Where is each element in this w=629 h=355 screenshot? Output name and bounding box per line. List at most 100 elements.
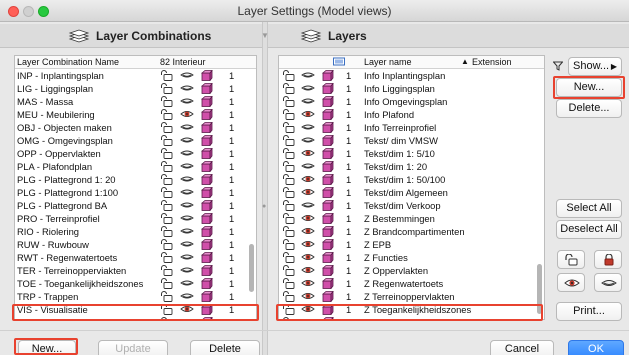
layers-title: Layers xyxy=(328,29,367,43)
layer-combinations-icon xyxy=(68,29,90,43)
layer-name: Info Liggingsplan xyxy=(364,83,435,94)
hide-layers-button[interactable] xyxy=(594,273,622,292)
combination-row[interactable]: VIS - Visualisatie 1 xyxy=(15,303,256,316)
combination-row[interactable]: PRO - Terreinprofiel 1 xyxy=(15,212,256,225)
eye-open-icon[interactable] xyxy=(301,317,315,319)
lock-icon xyxy=(604,254,614,266)
column-color-icon[interactable] xyxy=(333,57,345,68)
layer-row[interactable]: 1 Info Inplantingsplan xyxy=(279,69,544,82)
show-button[interactable]: Show... ▶ xyxy=(568,57,622,76)
right-scrollbar[interactable] xyxy=(537,264,542,314)
combination-row[interactable]: RWT - Regenwatertoets 1 xyxy=(15,251,256,264)
layer-row[interactable]: 1 Info Plafond xyxy=(279,108,544,121)
lock-icon[interactable] xyxy=(160,317,174,319)
layer-row[interactable]: 1 Z Regenwatertoets xyxy=(279,277,544,290)
combination-count: 1 xyxy=(229,304,235,315)
combination-row[interactable]: TRP - Trappen 1 xyxy=(15,290,256,303)
layer-row[interactable]: 1 Z Functies xyxy=(279,251,544,264)
layer-row[interactable]: 1 Info Terreinprofiel xyxy=(279,121,544,134)
layer-row[interactable]: 1 Z Toegankelijkheidszones xyxy=(279,303,544,316)
combination-row[interactable]: TER - Terreinopperviakten 1 xyxy=(15,264,256,277)
layer-name: Z Bestemmingen xyxy=(364,213,435,224)
column-extension[interactable]: Extension xyxy=(472,57,512,67)
combination-row[interactable]: PLG - Plattegrond 1:100 1 xyxy=(15,186,256,199)
combination-row[interactable]: RUW - Ruwbouw 1 xyxy=(15,238,256,251)
combination-count: 1 xyxy=(229,291,235,302)
column-combination-name[interactable]: Layer Combination Name xyxy=(17,57,119,67)
layer-count: 1 xyxy=(346,304,352,315)
select-all-button[interactable]: Select All xyxy=(556,199,622,218)
layer-combinations-list: INP - Inplantingsplan 1 LIG - Liggingsplan… xyxy=(15,69,256,319)
window-title: Layer Settings (Model views) xyxy=(237,4,392,18)
layer-combinations-table: Layer Combination Name 82 Interieur INP … xyxy=(14,55,257,320)
layer-row[interactable]: 1 Z Bestemmingen xyxy=(279,212,544,225)
combination-row[interactable]: OBJ - Objecten maken 1 xyxy=(15,121,256,134)
3d-box-icon[interactable] xyxy=(322,317,334,319)
deselect-all-button[interactable]: Deselect All xyxy=(556,220,622,239)
layer-row[interactable]: 1 Z Terreinoppervlakten xyxy=(279,290,544,303)
layer-count: 1 xyxy=(346,96,352,107)
layer-row[interactable]: 1 Z EPB xyxy=(279,238,544,251)
combination-row[interactable]: TOE - Toegankelijkheidszones 1 xyxy=(15,277,256,290)
combination-row[interactable]: INP - Inplantingsplan 1 xyxy=(15,69,256,82)
column-layer-name[interactable]: Layer name xyxy=(364,57,412,67)
combination-count: 1 xyxy=(229,200,235,211)
combination-row[interactable]: PLA - Plafondplan 1 xyxy=(15,160,256,173)
layer-row[interactable]: 1 Tekst/dim 1: 5/10 xyxy=(279,147,544,160)
layer-name: Z EPB xyxy=(364,239,392,250)
combination-row[interactable]: MAS - Massa 1 xyxy=(15,95,256,108)
combination-name: PLG - Plattegrond 1: 20 xyxy=(17,174,116,185)
combination-name: RUW - Ruwbouw xyxy=(17,239,89,250)
layer-count: 1 xyxy=(346,278,352,289)
delete-combination-button[interactable]: Delete xyxy=(190,340,260,355)
print-button[interactable]: Print... xyxy=(556,302,622,321)
3d-box-icon[interactable] xyxy=(201,317,213,319)
combination-row[interactable]: ZZ EIGEN LAYERCOMBINATIES 1 xyxy=(15,316,256,319)
layer-row[interactable]: 1 Tekst/ dim VMSW xyxy=(279,134,544,147)
ok-button[interactable]: OK xyxy=(568,340,624,355)
eye-closed-icon[interactable] xyxy=(180,317,194,319)
layer-row[interactable]: 1 Tekst/dim Algemeen xyxy=(279,186,544,199)
combination-count: 1 xyxy=(229,278,235,289)
delete-layer-button[interactable]: Delete... xyxy=(556,99,622,118)
update-combination-button[interactable]: Update xyxy=(98,340,168,355)
combination-name: TER - Terreinopperviakten xyxy=(17,265,127,276)
layer-count: 1 xyxy=(346,252,352,263)
new-layer-button[interactable]: New... xyxy=(556,78,622,97)
column-current-combination[interactable]: 82 Interieur xyxy=(160,57,206,67)
combination-row[interactable]: OPP - Oppervlakten 1 xyxy=(15,147,256,160)
combination-row[interactable]: LIG - Liggingsplan 1 xyxy=(15,82,256,95)
lock-toggle-button[interactable] xyxy=(594,250,622,269)
combination-row[interactable]: RIO - Riolering 1 xyxy=(15,225,256,238)
combination-row[interactable]: OMG - Omgevingsplan 1 xyxy=(15,134,256,147)
combination-count: 1 xyxy=(229,148,235,159)
show-layers-button[interactable] xyxy=(557,273,585,292)
chevron-right-icon: ▶ xyxy=(610,62,617,71)
combination-row[interactable]: PLG - Plattegrond BA 1 xyxy=(15,199,256,212)
combination-count: 1 xyxy=(229,161,235,172)
layer-combinations-title: Layer Combinations xyxy=(96,29,212,43)
layer-count: 1 xyxy=(346,239,352,250)
layer-row[interactable]: 1 Tekst/dim 1: 50/100 xyxy=(279,173,544,186)
panel-splitter[interactable] xyxy=(262,22,268,355)
combination-count: 1 xyxy=(229,70,235,81)
combination-name: PRO - Terreinprofiel xyxy=(17,213,100,224)
layer-name: Info Omgevingsplan xyxy=(364,96,448,107)
layer-row[interactable]: 1 Tekst/dim 1: 20 xyxy=(279,160,544,173)
unlock-toggle-button[interactable] xyxy=(557,250,585,269)
unlock-icon xyxy=(565,254,578,266)
layer-row[interactable]: 1 Info Liggingsplan xyxy=(279,82,544,95)
layer-row[interactable]: 1 Z Oppervlakten xyxy=(279,264,544,277)
cancel-button[interactable]: Cancel xyxy=(490,340,554,355)
layer-row[interactable]: 1 Z Brandcompartimenten xyxy=(279,225,544,238)
combination-row[interactable]: PLG - Plattegrond 1: 20 1 xyxy=(15,173,256,186)
layer-row[interactable]: 1 ZZ EIGEN LAGEN xyxy=(279,316,544,319)
layer-row[interactable]: 1 Info Omgevingsplan xyxy=(279,95,544,108)
layer-row[interactable]: 1 Tekst/dim Verkoop xyxy=(279,199,544,212)
new-combination-button[interactable]: New... xyxy=(18,340,76,355)
lock-icon[interactable] xyxy=(282,317,296,319)
title-bar: Layer Settings (Model views) xyxy=(0,0,629,22)
combination-row[interactable]: MEU - Meubilering 1 xyxy=(15,108,256,121)
left-scrollbar[interactable] xyxy=(249,244,254,292)
show-filter[interactable]: Show... ▶ xyxy=(552,57,623,77)
